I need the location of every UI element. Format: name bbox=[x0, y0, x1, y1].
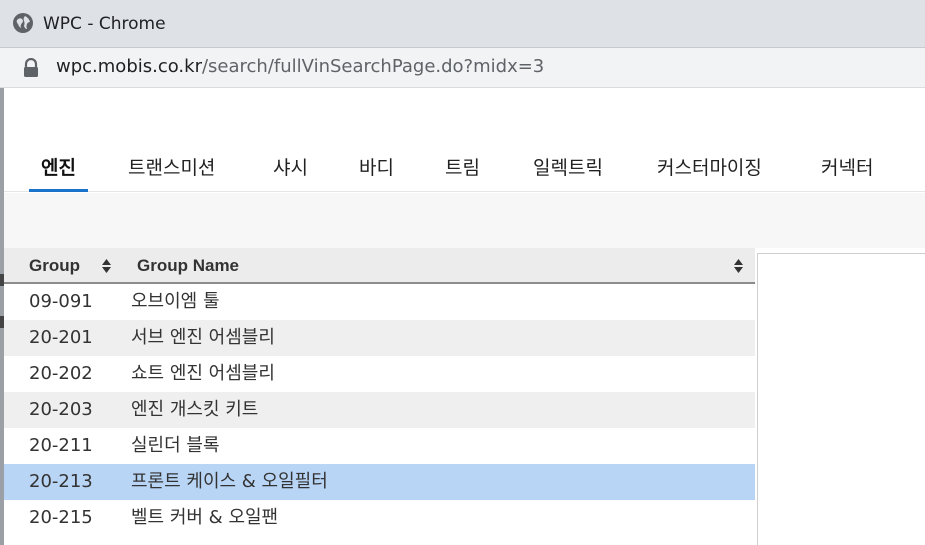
group-name: 쇼트 엔진 어셈블리 bbox=[131, 363, 275, 384]
tab-connector[interactable]: 커넥터 bbox=[821, 140, 873, 192]
table-row[interactable]: 20-215 벨트 커버 & 오일팬 bbox=[4, 500, 755, 536]
column-header-group[interactable]: Group bbox=[29, 248, 80, 284]
group-name: 서브 엔진 어셈블리 bbox=[131, 327, 275, 348]
tab-engine[interactable]: 엔진 bbox=[29, 140, 88, 192]
sort-icon[interactable] bbox=[733, 258, 744, 274]
table-row[interactable]: 20-202 쇼트 엔진 어셈블리 bbox=[4, 356, 755, 392]
window-title: WPC - Chrome bbox=[43, 14, 166, 34]
table-row[interactable]: 20-211 실린더 블록 bbox=[4, 428, 755, 464]
group-name: 벨트 커버 & 오일팬 bbox=[131, 507, 279, 528]
address-bar[interactable]: wpc.mobis.co.kr/search/fullVinSearchPage… bbox=[0, 48, 925, 88]
group-code: 20-202 bbox=[29, 363, 93, 384]
url-path: /search/fullVinSearchPage.do?midx=3 bbox=[201, 56, 545, 77]
table-row[interactable]: 09-091 오브이엠 툴 bbox=[4, 284, 755, 320]
lock-icon bbox=[24, 58, 38, 77]
table-row[interactable]: 20-203 엔진 개스킷 키트 bbox=[4, 392, 755, 428]
tab-trim[interactable]: 트림 bbox=[445, 140, 480, 192]
group-name: 오브이엠 툴 bbox=[131, 291, 220, 312]
table-header: Group Group Name bbox=[4, 248, 755, 284]
group-name: 엔진 개스킷 키트 bbox=[131, 399, 259, 420]
group-code: 20-215 bbox=[29, 507, 93, 528]
table-row-selected[interactable]: 20-213 프론트 케이스 & 오일필터 bbox=[4, 464, 755, 500]
group-code: 20-213 bbox=[29, 471, 93, 492]
group-code: 20-203 bbox=[29, 399, 93, 420]
group-name: 프론트 케이스 & 오일필터 bbox=[131, 471, 328, 492]
category-tabs: 엔진 트랜스미션 샤시 바디 트림 일렉트릭 커스터마이징 커넥터 bbox=[4, 140, 925, 192]
filter-area bbox=[4, 193, 925, 248]
group-code: 20-211 bbox=[29, 435, 93, 456]
group-code: 20-201 bbox=[29, 327, 93, 348]
table-row[interactable]: 20-201 서브 엔진 어셈블리 bbox=[4, 320, 755, 356]
tab-transmission[interactable]: 트랜스미션 bbox=[128, 140, 215, 192]
window-titlebar: WPC - Chrome bbox=[0, 0, 925, 48]
group-name: 실린더 블록 bbox=[131, 435, 220, 456]
tab-body[interactable]: 바디 bbox=[359, 140, 394, 192]
tab-electric[interactable]: 일렉트릭 bbox=[533, 140, 603, 192]
group-table: Group Group Name 09-091 오브이엠 툴 20-201 서브… bbox=[4, 248, 755, 536]
url-host: wpc.mobis.co.kr bbox=[56, 56, 202, 77]
url-text[interactable]: wpc.mobis.co.kr/search/fullVinSearchPage… bbox=[56, 56, 544, 77]
column-header-group-name[interactable]: Group Name bbox=[137, 248, 239, 284]
tab-customizing[interactable]: 커스터마이징 bbox=[657, 140, 762, 192]
globe-icon bbox=[13, 13, 33, 33]
detail-panel bbox=[757, 253, 925, 545]
tab-chassis[interactable]: 샤시 bbox=[273, 140, 308, 192]
group-code: 09-091 bbox=[29, 291, 93, 312]
sort-icon[interactable] bbox=[101, 258, 112, 274]
